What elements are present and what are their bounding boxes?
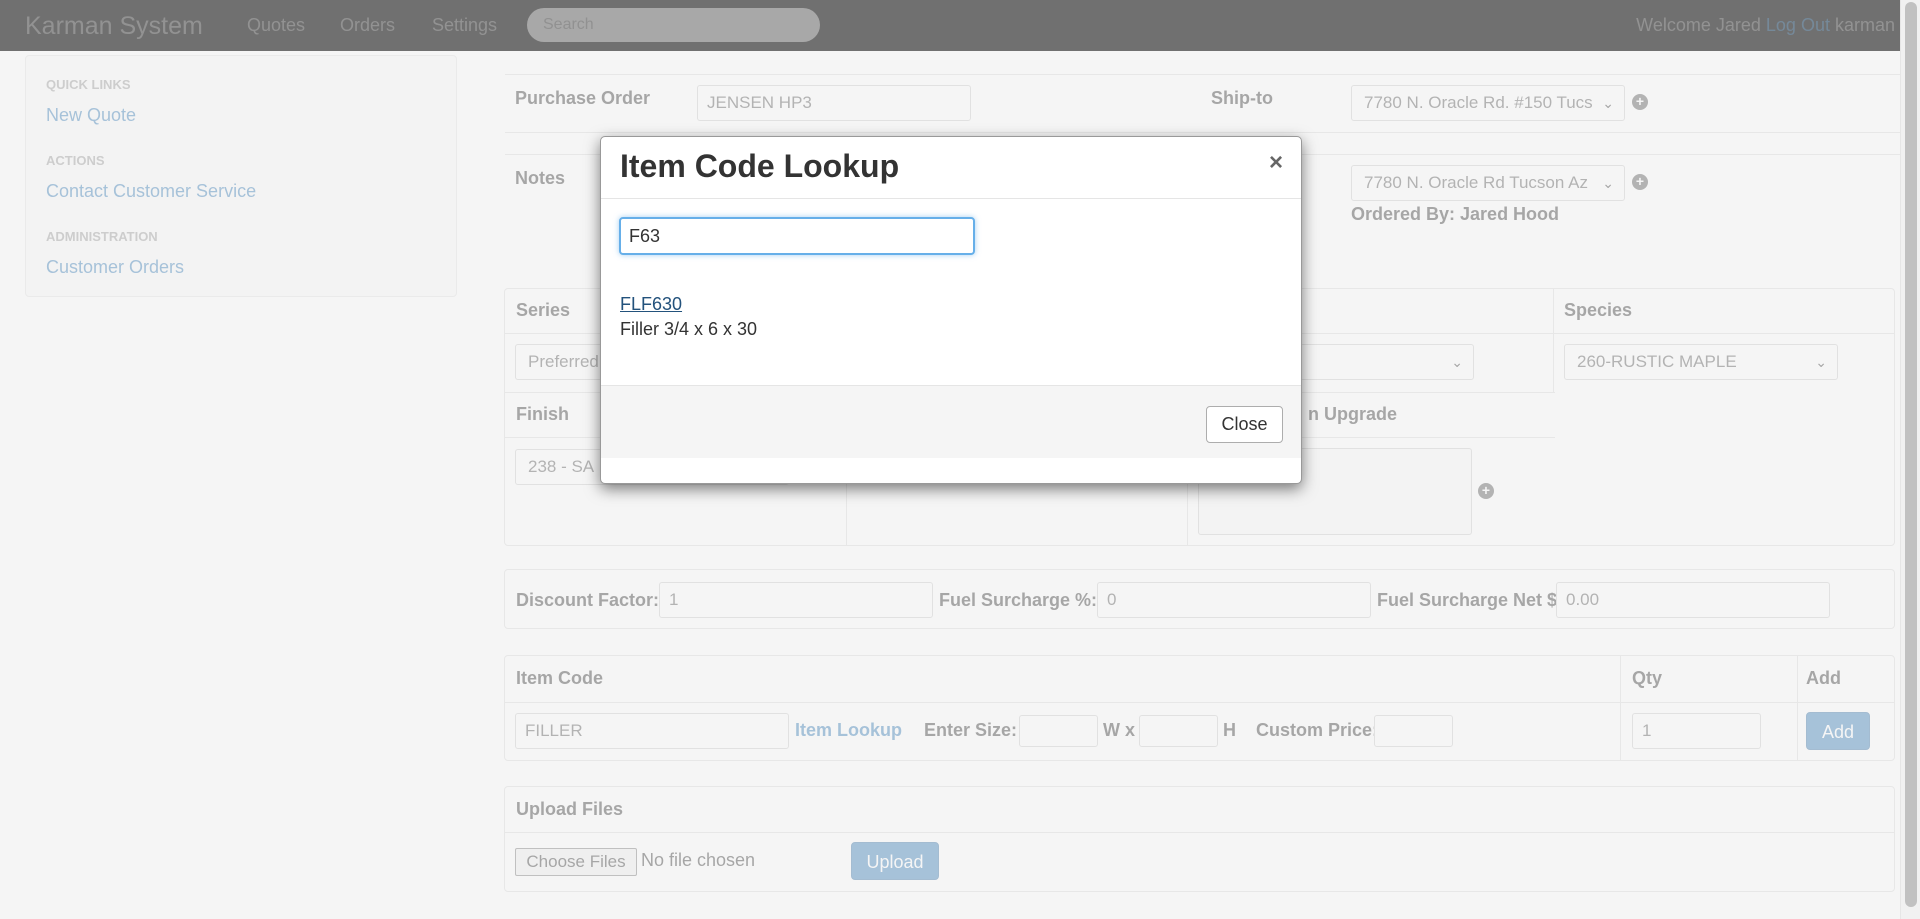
chevron-down-icon: ⌄ <box>1602 95 1614 111</box>
shipto-select[interactable]: 7780 N. Oracle Rd. #150 Tucs ⌄ <box>1351 85 1625 121</box>
upload-panel <box>504 786 1895 892</box>
discount-input[interactable]: 1 <box>659 582 933 618</box>
divider <box>505 702 1894 703</box>
item-lookup-modal: Item Code Lookup × F63 FLF630 Filler 3/4… <box>600 136 1302 484</box>
billto-select[interactable]: 7780 N. Oracle Rd Tucson Az ⌄ <box>1351 165 1625 201</box>
item-search-input[interactable]: F63 <box>619 217 975 255</box>
result-item-description: Filler 3/4 x 6 x 30 <box>620 319 758 339</box>
species-value: 260-RUSTIC MAPLE <box>1577 352 1737 371</box>
sidebar-item-new-quote[interactable]: New Quote <box>46 105 136 126</box>
divider <box>505 832 1894 833</box>
height-unit-label: H <box>1223 720 1236 740</box>
discount-label: Discount Factor: <box>516 590 660 610</box>
close-icon[interactable]: × <box>1269 151 1283 175</box>
sidebar-heading-administration: ADMINISTRATION <box>46 229 158 244</box>
chevron-down-icon: ⌄ <box>1815 354 1827 370</box>
series-label: Series <box>516 300 571 320</box>
upgrade-label: n Upgrade <box>1308 404 1398 424</box>
divider <box>1620 656 1621 760</box>
scrollbar-thumb[interactable] <box>1905 2 1917 907</box>
add-upgrade-icon[interactable]: + <box>1478 483 1494 499</box>
no-file-chosen-text: No file chosen <box>641 850 756 870</box>
sidebar-item-contact[interactable]: Contact Customer Service <box>46 181 256 202</box>
height-input[interactable] <box>1139 715 1218 747</box>
top-navbar: Karman System Quotes Orders Settings Wel… <box>0 0 1900 51</box>
notes-label: Notes <box>515 168 566 188</box>
search-input[interactable] <box>527 8 820 42</box>
ordered-by: Ordered By: Jared Hood <box>1351 204 1560 224</box>
nav-settings[interactable]: Settings <box>432 15 497 36</box>
width-input[interactable] <box>1019 715 1098 747</box>
add-header: Add <box>1806 668 1841 688</box>
vertical-scrollbar[interactable] <box>1900 0 1920 919</box>
close-button[interactable]: Close <box>1206 406 1283 443</box>
divider <box>505 74 1900 75</box>
result-item-code-link[interactable]: FLF630 <box>620 294 682 315</box>
fuel-pct-label: Fuel Surcharge %: <box>939 590 1098 610</box>
species-select[interactable]: 260-RUSTIC MAPLE ⌄ <box>1564 344 1838 380</box>
species-label: Species <box>1564 300 1633 320</box>
item-code-input[interactable]: FILLER <box>515 713 789 749</box>
fuel-pct-input[interactable]: 0 <box>1097 582 1371 618</box>
item-code-header: Item Code <box>516 668 604 688</box>
chevron-down-icon: ⌄ <box>1602 175 1614 191</box>
add-billto-icon[interactable]: + <box>1632 174 1648 190</box>
custom-price-label: Custom Price: <box>1256 720 1379 740</box>
series-value: Preferred <box>528 352 599 371</box>
finish-label: Finish <box>516 404 569 424</box>
brand-logo[interactable]: Karman System <box>25 12 203 41</box>
fuel-net-label: Fuel Surcharge Net $ <box>1377 590 1558 610</box>
upload-button[interactable]: Upload <box>851 842 939 880</box>
po-label: Purchase Order <box>515 88 651 108</box>
nav-orders[interactable]: Orders <box>340 15 395 36</box>
qty-header: Qty <box>1632 668 1663 688</box>
sidebar: QUICK LINKS New Quote ACTIONS Contact Cu… <box>25 55 457 297</box>
add-item-button[interactable]: Add <box>1806 712 1870 750</box>
item-lookup-link[interactable]: Item Lookup <box>795 720 902 741</box>
modal-footer: Close <box>601 385 1301 458</box>
divider <box>505 132 1900 133</box>
logout-link[interactable]: Log Out <box>1766 15 1830 35</box>
add-shipto-icon[interactable]: + <box>1632 94 1648 110</box>
shipto-label: Ship-to <box>1211 88 1273 108</box>
fuel-net-input[interactable]: 0.00 <box>1556 582 1830 618</box>
width-unit-label: W x <box>1103 720 1136 740</box>
upload-label: Upload Files <box>516 799 624 819</box>
divider <box>601 198 1301 199</box>
enter-size-label: Enter Size: <box>924 720 1018 740</box>
username-text: karman <box>1834 15 1895 35</box>
divider <box>1553 288 1554 392</box>
finish-value: 238 - SA <box>528 457 595 476</box>
sidebar-heading-actions: ACTIONS <box>46 153 105 168</box>
nav-quotes[interactable]: Quotes <box>247 15 305 36</box>
po-input[interactable]: JENSEN HP3 <box>697 85 971 121</box>
shipto-value: 7780 N. Oracle Rd. #150 Tucs <box>1364 93 1593 112</box>
billto-value: 7780 N. Oracle Rd Tucson Az <box>1364 173 1588 192</box>
divider <box>1797 656 1798 760</box>
custom-price-input[interactable] <box>1374 715 1453 747</box>
welcome-text: Welcome Jared <box>1636 15 1761 35</box>
sidebar-item-customer-orders[interactable]: Customer Orders <box>46 257 184 278</box>
user-area: Welcome Jared Log Out karman <box>1636 15 1895 36</box>
modal-title: Item Code Lookup <box>620 148 900 184</box>
qty-input[interactable]: 1 <box>1632 713 1761 749</box>
chevron-down-icon: ⌄ <box>1451 354 1463 370</box>
choose-files-button[interactable]: Choose Files <box>515 848 637 876</box>
sidebar-heading-quick-links: QUICK LINKS <box>46 77 131 92</box>
